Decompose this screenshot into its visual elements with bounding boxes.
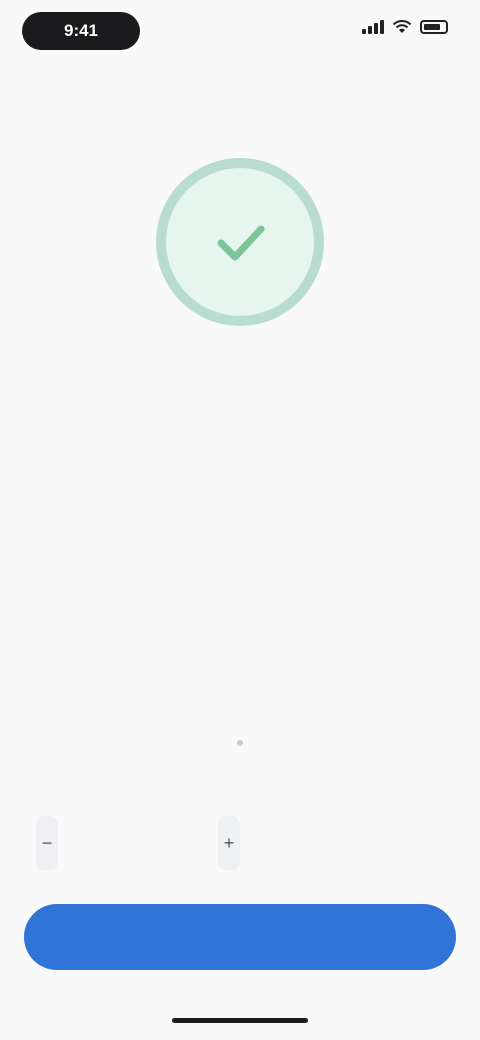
page-indicator bbox=[0, 740, 480, 746]
page-dot[interactable] bbox=[237, 740, 243, 746]
info-card bbox=[30, 568, 450, 696]
info-card-header bbox=[46, 584, 434, 608]
quantity-display bbox=[68, 840, 208, 846]
wifi-icon bbox=[392, 20, 412, 33]
checkmark-icon bbox=[217, 225, 265, 261]
total-display bbox=[296, 840, 446, 846]
status-icons bbox=[362, 20, 448, 34]
primary-button[interactable] bbox=[24, 904, 456, 970]
success-badge bbox=[156, 158, 324, 326]
status-bar: 9:41 bbox=[0, 0, 480, 64]
quantity-stepper: − + bbox=[36, 816, 240, 870]
summary-row: − + bbox=[36, 810, 446, 876]
cellular-signal-icon bbox=[362, 20, 384, 34]
decrement-button[interactable]: − bbox=[36, 816, 58, 870]
status-time: 9:41 bbox=[22, 12, 140, 50]
home-indicator[interactable] bbox=[172, 1018, 308, 1023]
success-ring bbox=[156, 158, 324, 326]
increment-button[interactable]: + bbox=[218, 816, 240, 870]
battery-icon bbox=[420, 20, 448, 34]
